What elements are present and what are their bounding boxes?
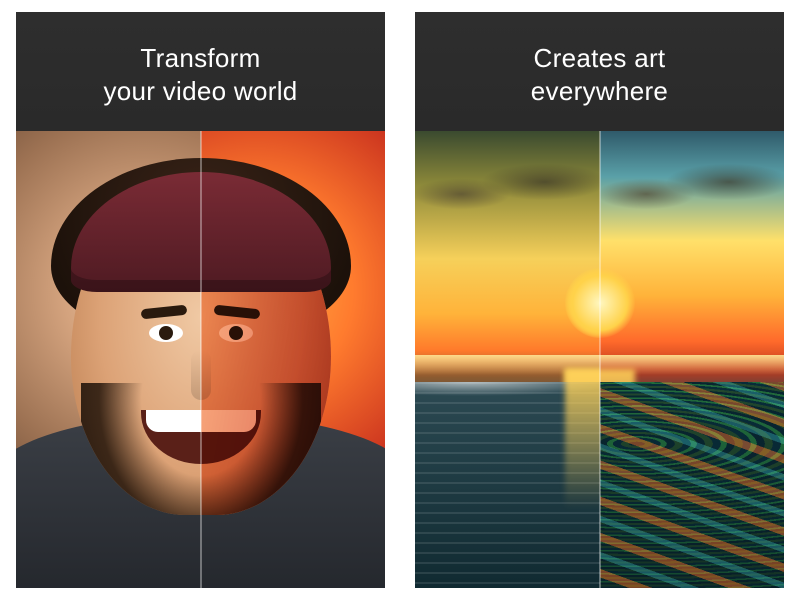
panel-2-original-half — [415, 131, 600, 588]
portrait-eye-left — [149, 324, 183, 342]
portrait-eyebrow-right — [214, 305, 261, 320]
panel-1-heading-line1: Transform — [140, 43, 260, 73]
panel-1-heading-line2: your video world — [103, 76, 297, 106]
panel-1-image — [16, 131, 385, 588]
panel-2-heading-line2: everywhere — [531, 76, 668, 106]
sunset-clouds-right — [600, 158, 785, 218]
panel-2-heading: Creates art everywhere — [415, 12, 784, 131]
sunset-waves-art — [600, 382, 785, 588]
panel-1-heading: Transform your video world — [16, 12, 385, 131]
promo-panel-1: Transform your video world — [16, 12, 385, 588]
panel-2-heading-line1: Creates art — [534, 43, 666, 73]
screenshot-container: Transform your video world — [0, 0, 800, 600]
promo-panel-2: Creates art everywhere — [415, 12, 784, 588]
panel-2-image — [415, 131, 784, 588]
split-divider — [200, 131, 202, 588]
split-divider — [599, 131, 601, 588]
portrait-eyebrow-left — [140, 305, 187, 320]
panel-2-stylized-half — [600, 131, 785, 588]
sunset-clouds-left — [415, 158, 600, 218]
portrait-eye-right — [219, 324, 253, 342]
